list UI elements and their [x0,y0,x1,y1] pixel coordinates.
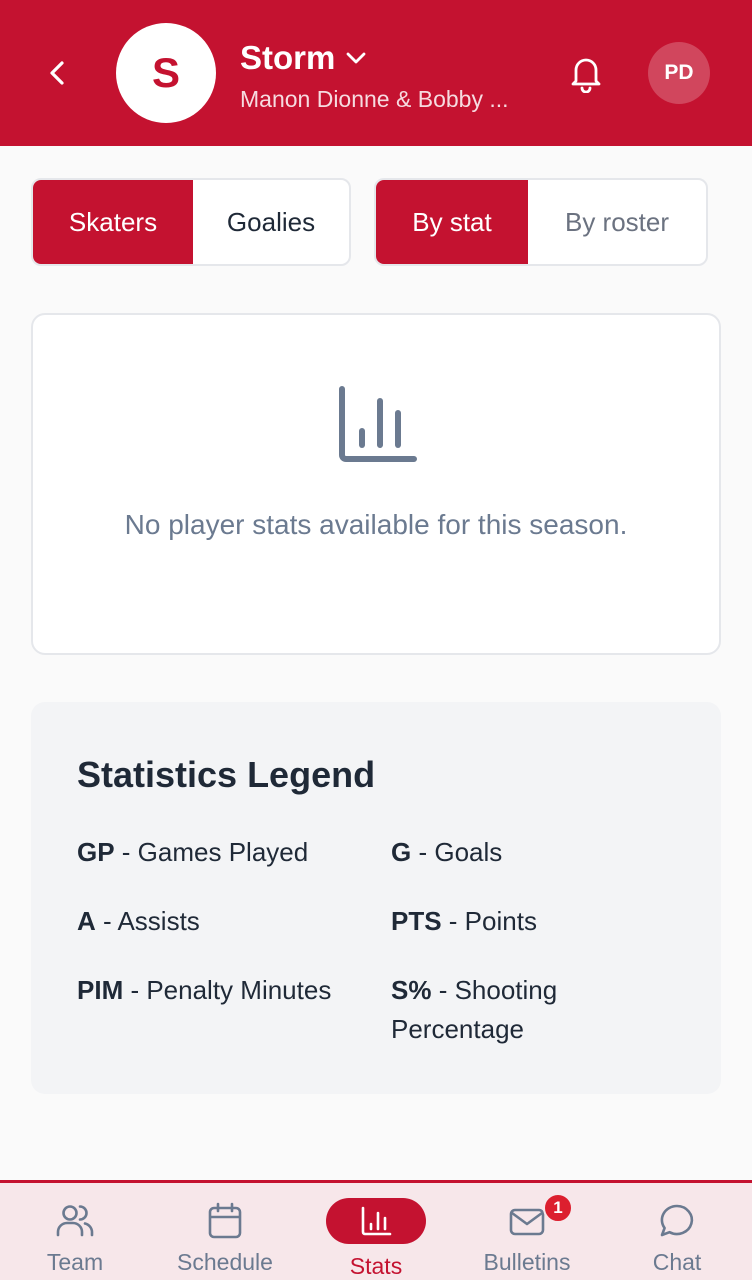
legend-desc: - Points [441,906,537,936]
notification-badge: 1 [543,1193,573,1223]
legend-desc: - Assists [95,906,200,936]
bottom-nav: Team Schedule Stats 1 Bulletins Chat [0,1180,752,1280]
legend-item-s-pct: S% - Shooting Percentage [391,971,631,1049]
bell-icon [571,58,601,93]
nav-label: Schedule [177,1249,273,1275]
user-initials: PD [664,61,694,84]
user-avatar[interactable]: PD [648,42,710,104]
legend-desc: - Penalty Minutes [123,975,332,1005]
legend-title: Statistics Legend [77,754,376,795]
legend-abbr: A [77,906,96,936]
bar-chart-icon [361,1206,392,1236]
legend-abbr: PTS [391,906,442,936]
legend-abbr: G [391,837,412,867]
nav-item-schedule[interactable]: Schedule [150,1183,300,1280]
nav-label: Chat [652,1249,702,1275]
nav-label: Team [46,1249,104,1275]
legend-desc: - Games Played [114,837,309,867]
by-roster-tab[interactable]: By roster [528,180,706,264]
legend-item-pts: PTS - Points [391,902,691,941]
legend-desc: - Goals [411,837,503,867]
active-tab-pill [326,1198,426,1244]
legend-item-a: A - Assists [77,902,377,941]
bar-chart-icon [339,386,417,462]
legend-item-gp: GP - Games Played [77,833,377,872]
back-button[interactable] [38,53,78,93]
nav-item-chat[interactable]: Chat [602,1183,752,1280]
player-type-toggle: Skaters Goalies [31,178,351,266]
app-header: S Storm Manon Dionne & Bobby ... PD [0,0,752,146]
team-initial: S [151,49,180,96]
legend-abbr: PIM [77,975,124,1005]
notifications-button[interactable] [563,50,609,96]
statistics-legend: Statistics Legend GP - Games Played G - … [31,702,721,1094]
users-icon [56,1205,94,1237]
by-stat-tab[interactable]: By stat [376,180,528,264]
legend-abbr: S% [391,975,432,1005]
calendar-icon [208,1202,242,1239]
nav-label: Bulletins [483,1249,571,1275]
team-subtitle: Manon Dionne & Bobby ... [240,86,509,112]
nav-item-stats[interactable]: Stats [300,1183,452,1280]
team-name: Storm [240,39,336,76]
empty-state-card: No player stats available for this seaso… [31,313,721,655]
chevron-left-icon [50,61,64,85]
team-avatar[interactable]: S [116,23,216,123]
nav-label: Stats [349,1253,403,1279]
empty-state-message: No player stats available for this seaso… [124,509,628,540]
legend-item-g: G - Goals [391,833,691,872]
legend-item-pim: PIM - Penalty Minutes [77,971,387,1010]
team-switcher[interactable]: Storm [240,36,367,80]
legend-abbr: GP [77,837,115,867]
chat-bubble-icon [660,1204,694,1237]
goalies-tab[interactable]: Goalies [193,180,349,264]
nav-item-team[interactable]: Team [0,1183,150,1280]
mail-icon [509,1208,545,1236]
nav-item-bulletins[interactable]: 1 Bulletins [452,1183,602,1280]
view-mode-toggle: By stat By roster [374,178,708,266]
chevron-down-icon [346,52,366,64]
skaters-tab[interactable]: Skaters [33,180,193,264]
